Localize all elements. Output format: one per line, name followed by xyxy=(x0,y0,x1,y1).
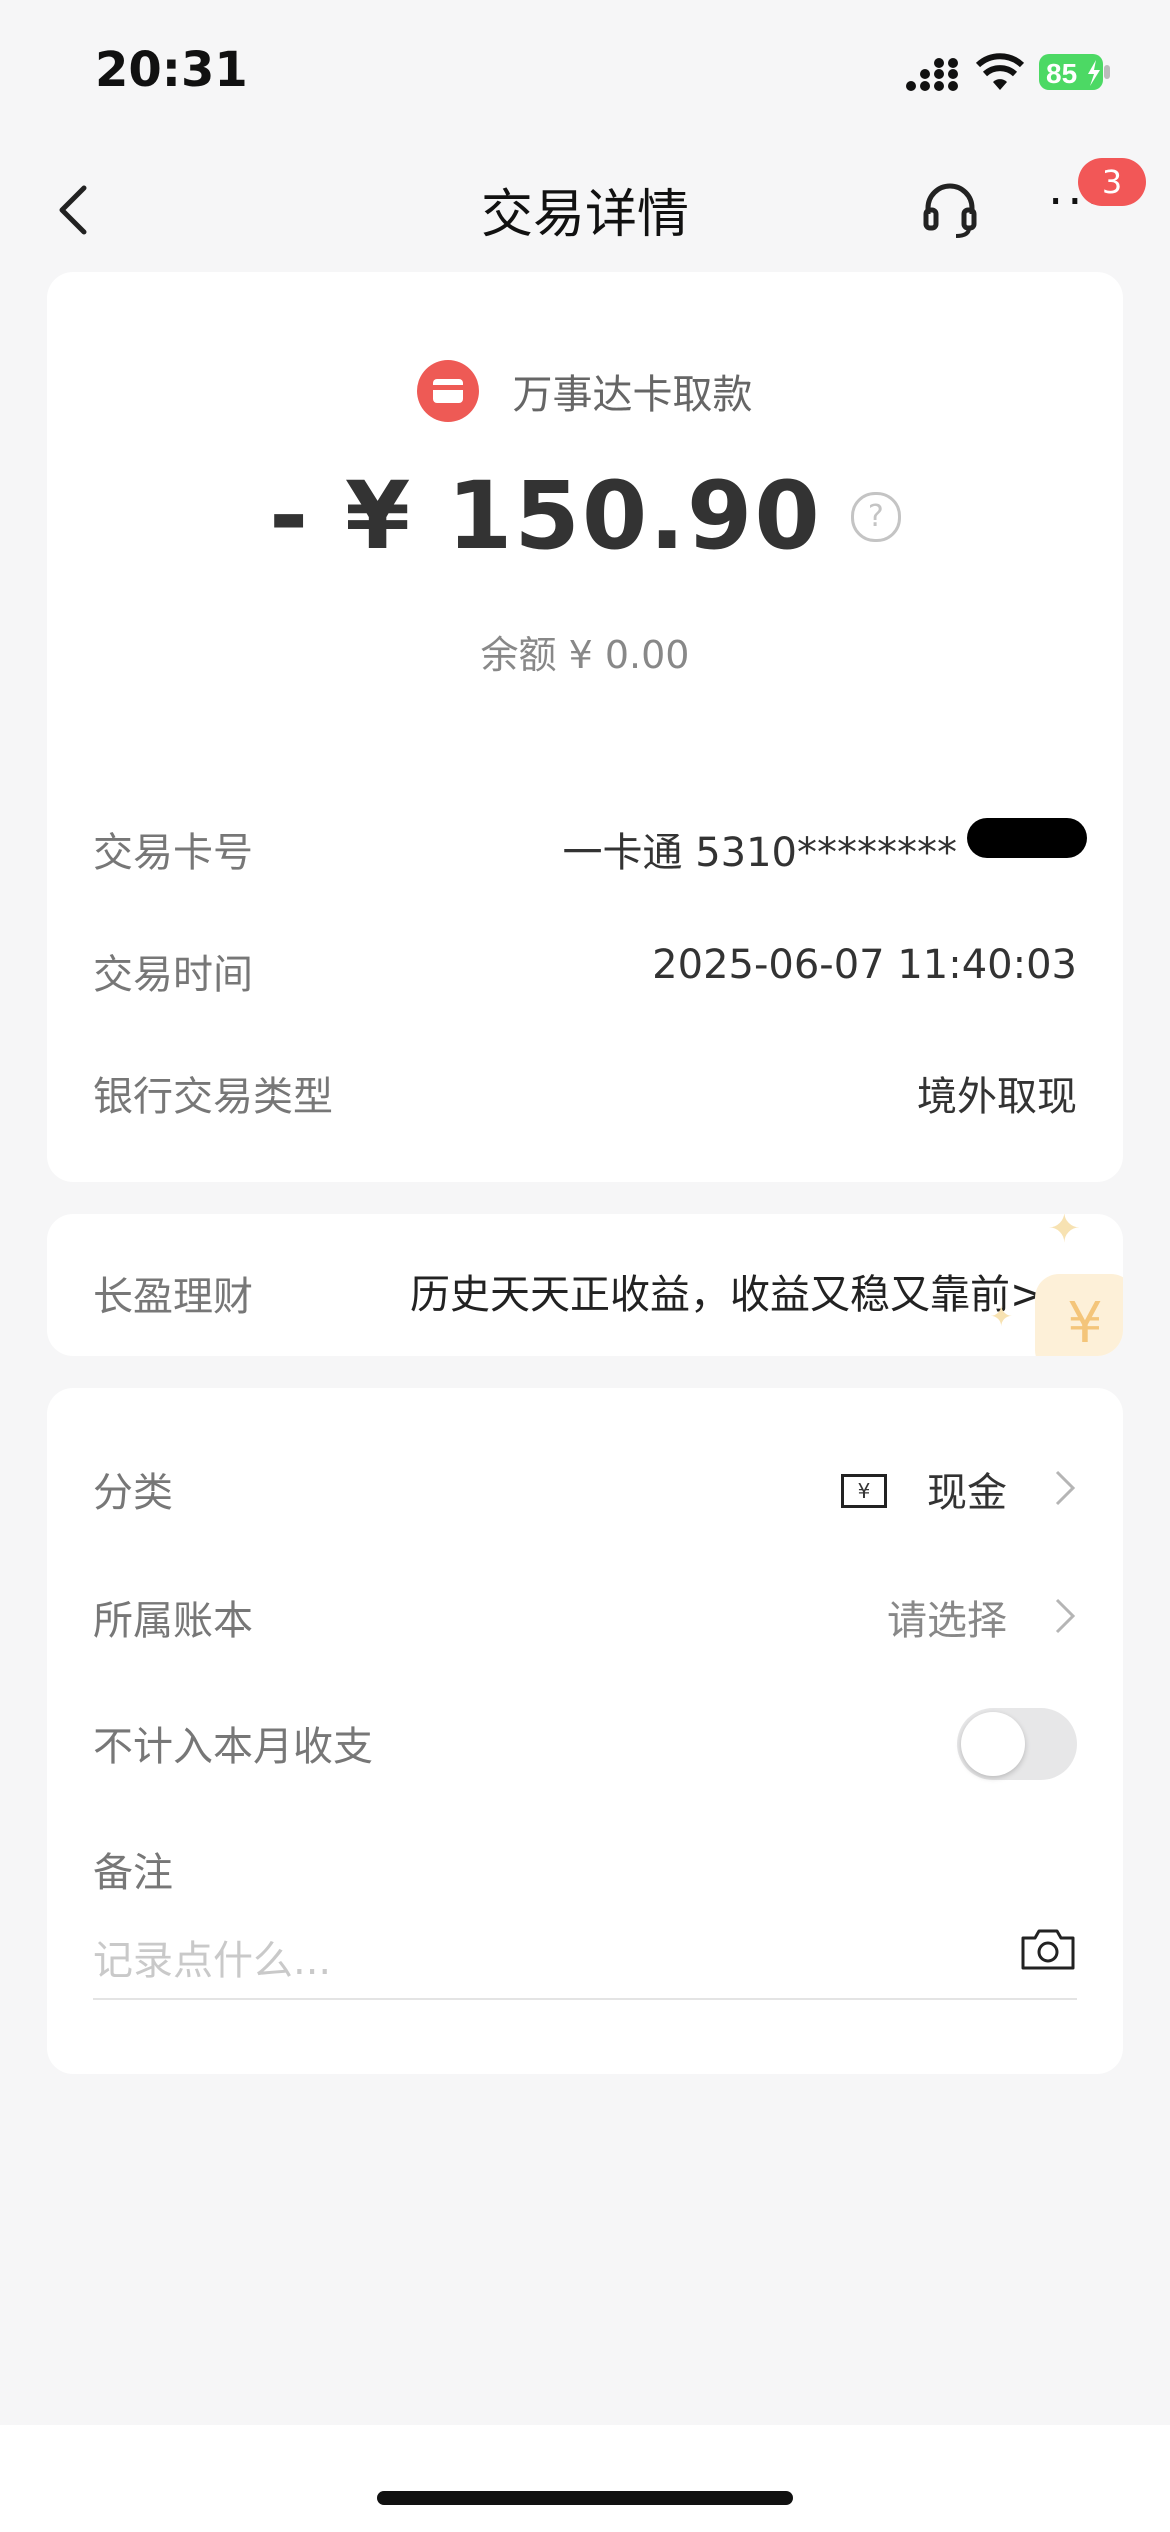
page-title: 交易详情 xyxy=(480,185,689,245)
signal-icon xyxy=(906,58,958,91)
redaction-mark xyxy=(967,818,1087,858)
detail-row-type: 银行交易类型 境外取现 xyxy=(93,1064,1077,1124)
detail-row-time: 交易时间 2025-06-07 11:40:03 xyxy=(93,942,1077,1002)
wealth-promo-link[interactable]: 历史天天正收益，收益又稳又靠前>> xyxy=(410,1262,1077,1320)
sparkle-icon: ✦ xyxy=(1047,1214,1081,1252)
transaction-summary-card: 万事达卡取款 - ¥ 150.90 ? 余额 ¥ 0.00 交易卡号 一卡通 5… xyxy=(47,272,1123,1182)
cash-icon: ¥ xyxy=(841,1474,887,1508)
ledger-label: 所属账本 xyxy=(93,1598,253,1644)
detail-value: 境外取现 xyxy=(917,1074,1077,1120)
note-row: 备注 xyxy=(93,1840,1077,1900)
note-input[interactable]: 记录点什么... xyxy=(93,1928,1077,2000)
detail-label: 银行交易类型 xyxy=(93,1074,333,1120)
battery-icon: 85 xyxy=(1039,54,1110,90)
detail-label: 交易时间 xyxy=(93,952,253,998)
navigation-bar: 交易详情 ··· xyxy=(0,150,1170,270)
battery-level: 85 xyxy=(1046,58,1077,89)
home-bar-area xyxy=(0,2425,1170,2532)
help-icon[interactable]: ? xyxy=(850,491,901,542)
card-icon xyxy=(417,360,480,422)
wealth-label: 长盈理财 xyxy=(93,1274,253,1320)
wealth-promo-card[interactable]: 长盈理财 历史天天正收益，收益又稳又靠前>> ¥ ✦ ✦ xyxy=(47,1214,1123,1356)
home-indicator[interactable] xyxy=(377,2491,793,2505)
customer-service-icon[interactable] xyxy=(920,180,980,238)
merchant-name: 万事达卡取款 xyxy=(512,372,753,418)
status-bar: 20:31 85 xyxy=(0,0,1170,150)
ledger-row[interactable]: 所属账本 请选择 xyxy=(93,1588,1077,1648)
notification-badge: 3 xyxy=(1078,158,1146,206)
settings-card: 分类 ¥ 现金 所属账本 请选择 不计入本月收支 备注 记录点什么... xyxy=(47,1388,1123,2074)
coin-icon: ¥ xyxy=(1035,1274,1123,1356)
chevron-right-icon xyxy=(1055,1598,1076,1634)
category-row[interactable]: 分类 ¥ 现金 xyxy=(93,1460,1077,1520)
detail-value: 一卡通 5310******** xyxy=(562,830,957,876)
merchant-row: 万事达卡取款 xyxy=(47,360,1123,424)
sparkle-icon: ✦ xyxy=(989,1300,1013,1333)
exclude-toggle[interactable] xyxy=(957,1708,1077,1780)
note-label: 备注 xyxy=(93,1850,173,1896)
exclude-row: 不计入本月收支 xyxy=(93,1708,1077,1780)
toggle-knob xyxy=(961,1712,1025,1776)
detail-label: 交易卡号 xyxy=(93,830,253,876)
exclude-label: 不计入本月收支 xyxy=(93,1724,373,1770)
status-time: 20:31 xyxy=(95,42,248,98)
wifi-icon xyxy=(975,53,1025,90)
note-placeholder: 记录点什么... xyxy=(93,1938,332,1984)
detail-row-card-number: 交易卡号 一卡通 5310******** xyxy=(93,818,1087,880)
category-value: 现金 xyxy=(927,1470,1007,1516)
ledger-value: 请选择 xyxy=(887,1598,1007,1644)
balance-text: 余额 ¥ 0.00 xyxy=(480,633,690,677)
transaction-amount: - ¥ 150.90 xyxy=(269,462,822,571)
amount-row: - ¥ 150.90 ? xyxy=(47,462,1123,571)
category-label: 分类 xyxy=(93,1470,173,1516)
detail-value: 2025-06-07 11:40:03 xyxy=(652,942,1077,988)
chevron-right-icon xyxy=(1055,1470,1076,1506)
camera-icon[interactable] xyxy=(1019,1926,1077,1972)
